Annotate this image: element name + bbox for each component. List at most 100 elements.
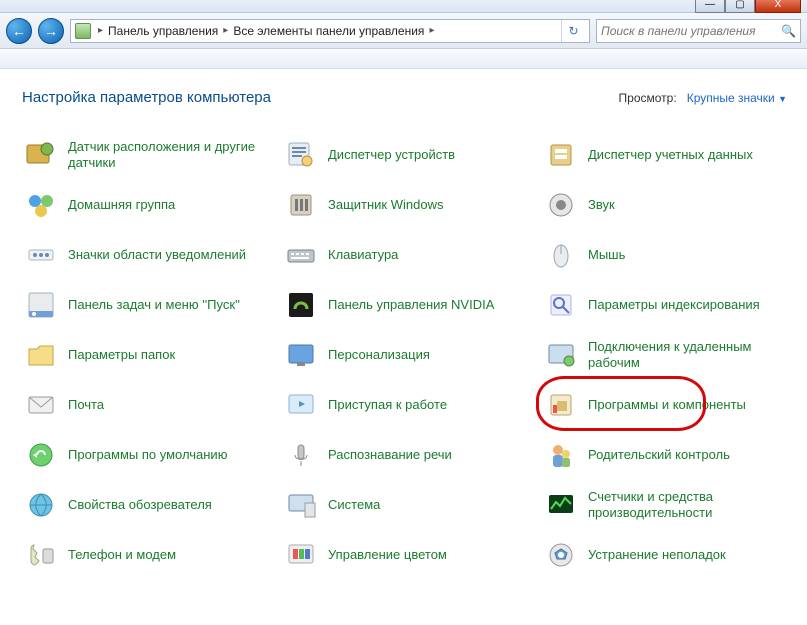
cp-item-mouse[interactable]: Мышь [542,234,792,276]
folder-icon [24,338,58,372]
cp-item-mail[interactable]: Почта [22,384,272,426]
cp-item-indexing[interactable]: Параметры индексирования [542,284,792,326]
programs-icon [544,388,578,422]
control-panel-icon [75,23,91,39]
forward-button[interactable]: → [38,18,64,44]
sensor-icon [24,138,58,172]
view-mode: Просмотр: Крупные значки ▼ [619,91,787,105]
cp-item-gettingstarted[interactable]: Приступая к работе [282,384,532,426]
cp-item-label: Параметры индексирования [588,297,760,313]
homegroup-icon [24,188,58,222]
search-icon: 🔍 [781,24,796,38]
troubleshoot-icon [544,538,578,572]
nvidia-icon [284,288,318,322]
cp-item-parental[interactable]: Родительский контроль [542,434,792,476]
cp-item-color[interactable]: Управление цветом [282,534,532,576]
view-selector[interactable]: Крупные значки ▼ [687,91,787,105]
default-icon [24,438,58,472]
page-title: Настройка параметров компьютера [22,89,271,106]
cp-item-label: Панель задач и меню ''Пуск'' [68,297,240,313]
cp-item-sound[interactable]: Звук [542,184,792,226]
breadcrumb-1[interactable]: Панель управления [108,24,218,38]
cp-item-label: Управление цветом [328,547,447,563]
cp-item-label: Датчик расположения и другие датчики [68,139,270,172]
cp-item-label: Звук [588,197,615,213]
cp-item-label: Приступая к работе [328,397,447,413]
cp-item-phone[interactable]: Телефон и модем [22,534,272,576]
indexing-icon [544,288,578,322]
cp-item-inetopt[interactable]: Свойства обозревателя [22,484,272,526]
cp-item-perf[interactable]: Счетчики и средства производительности [542,484,792,526]
window-buttons: — ▢ X [695,0,801,13]
cp-item-label: Параметры папок [68,347,175,363]
search-input[interactable] [601,24,777,38]
titlebar: — ▢ X [0,0,807,13]
cp-item-label: Счетчики и средства производительности [588,489,790,522]
cp-item-label: Защитник Windows [328,197,443,213]
cp-item-keyboard[interactable]: Клавиатура [282,234,532,276]
perf-icon [544,488,578,522]
credentials-icon [544,138,578,172]
chevron-right-icon: ▸ [95,25,106,36]
control-panel-grid: Датчик расположения и другие датчики Дисп… [22,134,787,576]
cp-item-label: Диспетчер устройств [328,147,455,163]
chevron-right-icon: ▸ [220,25,231,36]
address-bar[interactable]: ▸ Панель управления ▸ Все элементы панел… [70,19,590,43]
phone-icon [24,538,58,572]
cp-item-troubleshoot[interactable]: Устранение неполадок [542,534,792,576]
cp-item-label: Распознавание речи [328,447,452,463]
color-icon [284,538,318,572]
personalize-icon [284,338,318,372]
cp-item-folder[interactable]: Параметры папок [22,334,272,376]
cp-item-speech[interactable]: Распознавание речи [282,434,532,476]
cp-item-nvidia[interactable]: Панель управления NVIDIA [282,284,532,326]
mail-icon [24,388,58,422]
cp-item-label: Панель управления NVIDIA [328,297,494,313]
speech-icon [284,438,318,472]
cp-item-taskbar[interactable]: Панель задач и меню ''Пуск'' [22,284,272,326]
devicemgr-icon [284,138,318,172]
cp-item-system[interactable]: Система [282,484,532,526]
cp-item-label: Свойства обозревателя [68,497,212,513]
cp-item-label: Программы и компоненты [588,397,746,413]
cp-item-label: Подключения к удаленным рабочим [588,339,790,372]
cp-item-label: Значки области уведомлений [68,247,246,263]
mouse-icon [544,238,578,272]
cp-item-label: Клавиатура [328,247,398,263]
chevron-right-icon: ▸ [426,25,437,36]
minimize-button[interactable]: — [695,0,725,13]
back-button[interactable]: ← [6,18,32,44]
cp-item-label: Устранение неполадок [588,547,726,563]
gettingstarted-icon [284,388,318,422]
cp-item-personalize[interactable]: Персонализация [282,334,532,376]
cp-item-homegroup[interactable]: Домашняя группа [22,184,272,226]
cp-item-label: Телефон и модем [68,547,176,563]
inetopt-icon [24,488,58,522]
cp-item-sensor[interactable]: Датчик расположения и другие датчики [22,134,272,176]
cp-item-default[interactable]: Программы по умолчанию [22,434,272,476]
cp-item-label: Мышь [588,247,625,263]
remote-icon [544,338,578,372]
refresh-icon[interactable]: ↻ [561,19,585,43]
defender-icon [284,188,318,222]
cp-item-label: Диспетчер учетных данных [588,147,753,163]
cp-item-label: Домашняя группа [68,197,175,213]
search-box[interactable]: 🔍 [596,19,801,43]
maximize-button[interactable]: ▢ [725,0,755,13]
taskbar-icon [24,288,58,322]
cp-item-defender[interactable]: Защитник Windows [282,184,532,226]
cp-item-remote[interactable]: Подключения к удаленным рабочим [542,334,792,376]
toolbar-strip [0,49,807,69]
cp-item-label: Система [328,497,380,513]
cp-item-credentials[interactable]: Диспетчер учетных данных [542,134,792,176]
breadcrumb-2[interactable]: Все элементы панели управления [233,24,424,38]
cp-item-programs[interactable]: Программы и компоненты [542,384,792,426]
cp-item-label: Персонализация [328,347,430,363]
keyboard-icon [284,238,318,272]
nav-row: ← → ▸ Панель управления ▸ Все элементы п… [0,13,807,49]
close-button[interactable]: X [755,0,801,13]
parental-icon [544,438,578,472]
cp-item-devicemgr[interactable]: Диспетчер устройств [282,134,532,176]
cp-item-trayicons[interactable]: Значки области уведомлений [22,234,272,276]
sound-icon [544,188,578,222]
